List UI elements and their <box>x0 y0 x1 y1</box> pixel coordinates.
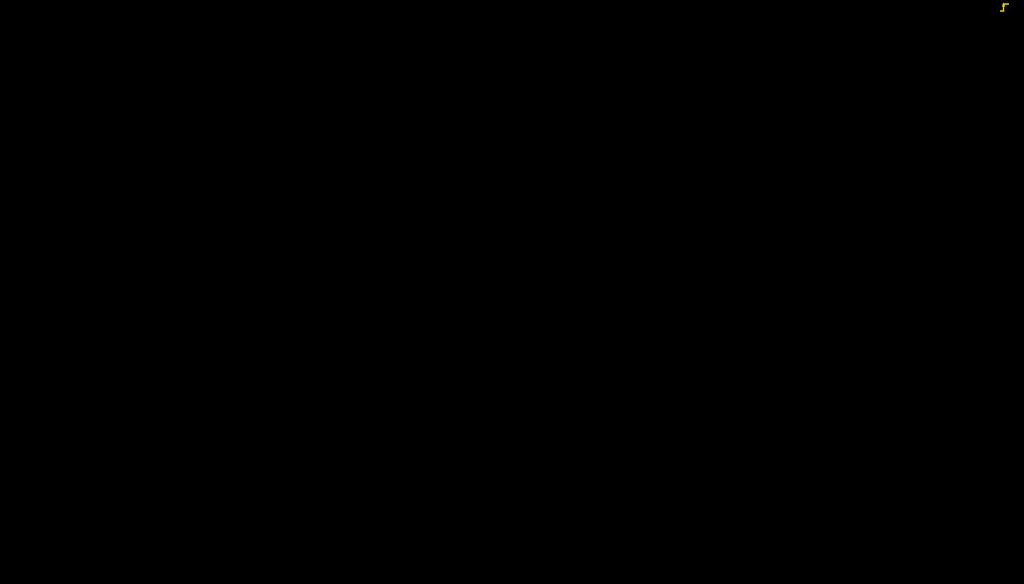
scope-display <box>0 0 1024 584</box>
memory-window-indicator[interactable] <box>0 0 130 14</box>
top-status-bar <box>0 0 1024 14</box>
taskbar-strip <box>0 580 1024 584</box>
trigger-readout <box>999 1 1020 13</box>
bottom-status-bar <box>0 569 1024 580</box>
rising-edge-trigger-icon <box>999 1 1010 13</box>
